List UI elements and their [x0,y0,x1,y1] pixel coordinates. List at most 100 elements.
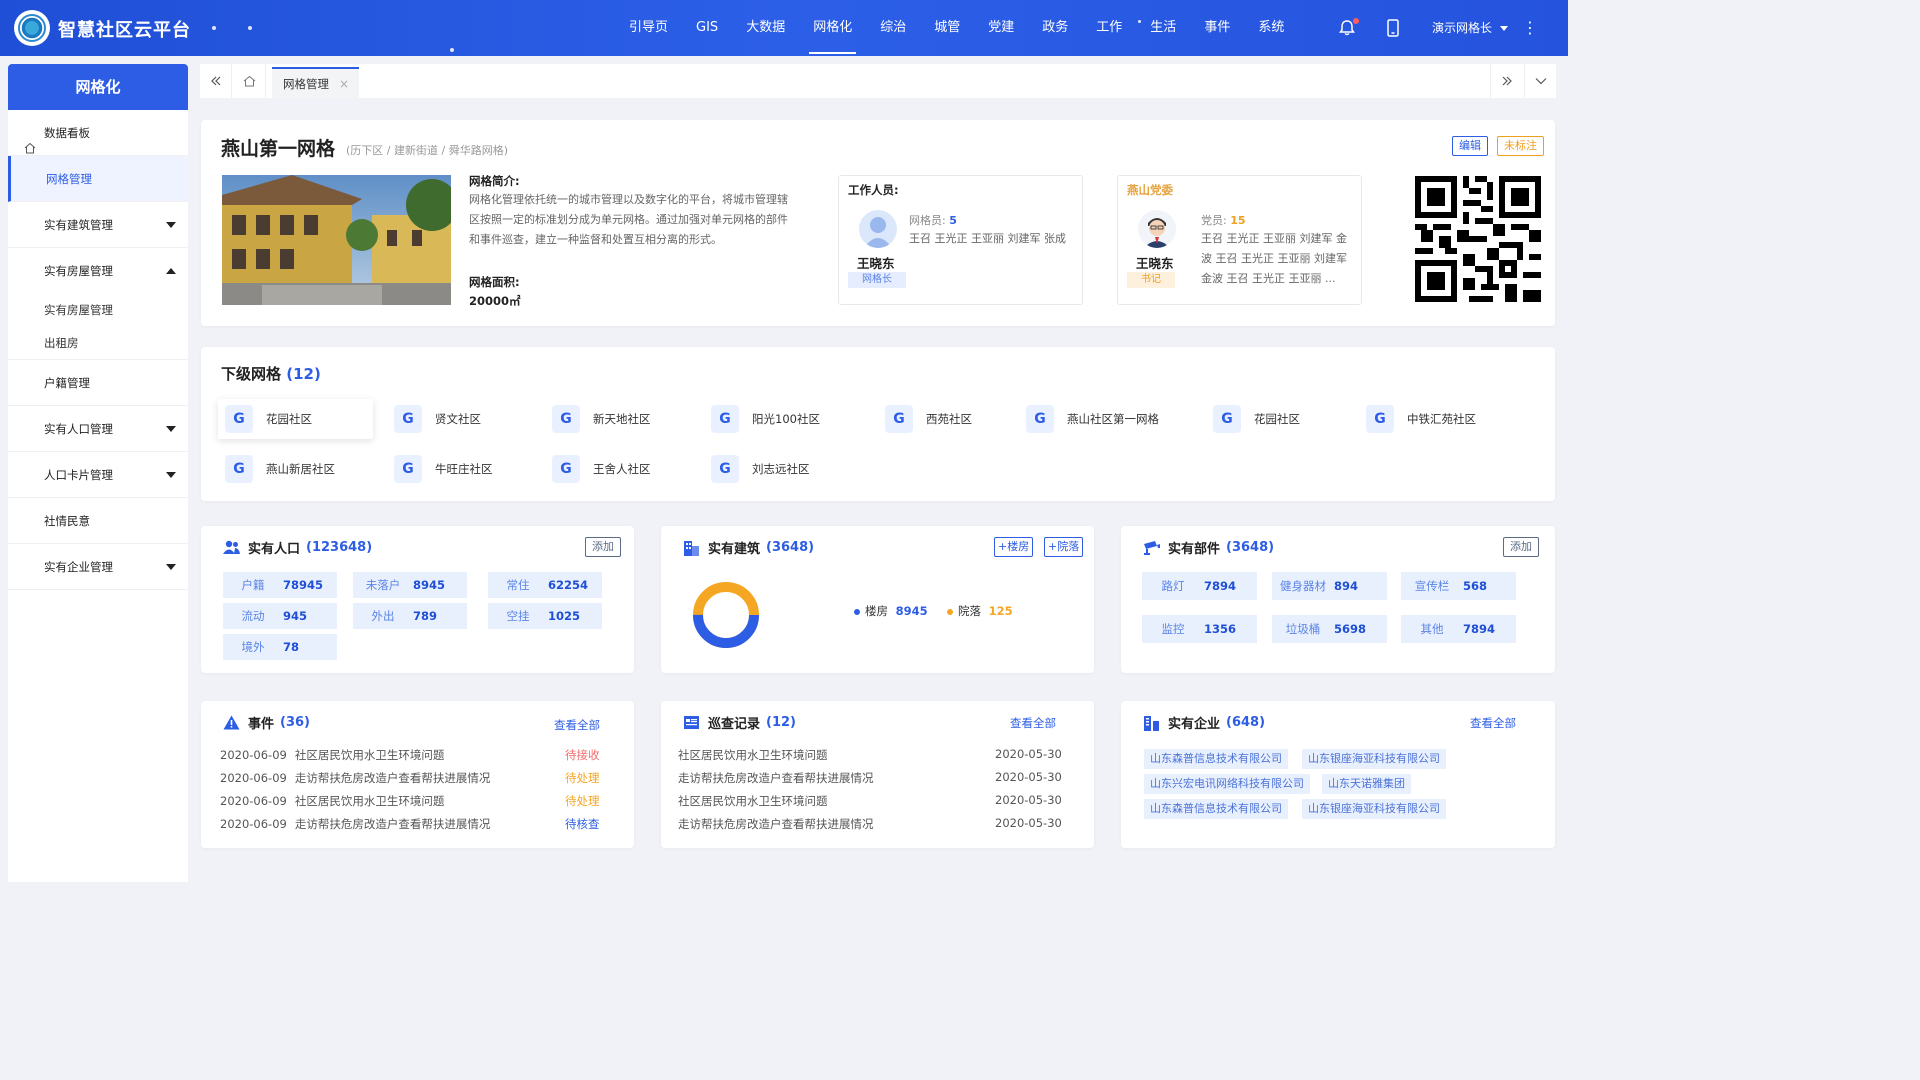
patrol-row[interactable]: 社区居民饮用水卫生环境问题 [678,793,828,809]
components-count: (3648) [1226,540,1275,555]
patrol-row[interactable]: 走访帮扶危房改造户查看帮扶进展情况 [678,816,874,832]
stat-label: 户籍 [241,578,265,592]
subgrid-item[interactable]: G 燕山社区第一网格 [1019,399,1159,439]
enterprise-tag[interactable]: 山东森普信息技术有限公司 [1144,799,1288,819]
collapse-left-icon[interactable] [200,64,232,98]
population-stat-pill[interactable]: 未落户 8945 [353,572,467,598]
components-add-button[interactable]: 添加 [1503,537,1539,557]
component-stat-pill[interactable]: 宣传栏 568 [1401,572,1516,600]
nav-comprehensive[interactable]: 综治 [866,0,920,56]
population-stat-pill[interactable]: 流动 945 [223,603,337,629]
enterprise-tag[interactable]: 山东银座海亚科技有限公司 [1302,749,1446,769]
component-stat-pill[interactable]: 其他 7894 [1401,615,1516,643]
nav-event[interactable]: 事件 [1190,0,1244,56]
patrol-row[interactable]: 社区居民饮用水卫生环境问题 [678,747,828,763]
nav-bigdata[interactable]: 大数据 [732,0,799,56]
enterprises-view-all-link[interactable]: 查看全部 [1470,715,1516,731]
user-menu[interactable]: 演示网格长 [1432,0,1508,56]
close-icon[interactable]: × [339,69,349,100]
caret-down-icon [166,472,176,478]
patrol-date: 2020-05-30 [995,816,1062,830]
sidebar-item-buildings[interactable]: 实有建筑管理 [8,202,188,248]
mobile-icon[interactable] [1385,19,1401,37]
sidebar-item-public-opinion[interactable]: 社情民意 [8,498,188,544]
sidebar-subitem-houses[interactable]: 实有房屋管理 [8,294,188,327]
population-stat-pill[interactable]: 境外 78 [223,634,337,660]
subgrid-item[interactable]: G 中铁汇苑社区 [1359,399,1476,439]
sidebar-item-population[interactable]: 实有人口管理 [8,406,188,452]
population-stat-pill[interactable]: 常住 62254 [488,572,602,598]
event-row[interactable]: 2020-06-09 社区居民饮用水卫生环境问题 [220,747,520,763]
components-card: 实有部件 (3648) 添加 路灯 7894 健身器材 894 宣传栏 568 监控 1356… [1121,526,1555,673]
stat-label: 外出 [371,609,395,623]
home-icon[interactable] [234,64,266,98]
staff-name: 王晓东 [857,256,895,271]
sidebar-subitem-rental[interactable]: 出租房 [8,327,188,360]
legend-building: 楼房 8945 [854,603,928,619]
nav-gov[interactable]: 政务 [1028,0,1082,56]
subgrid-item[interactable]: G 贤文社区 [387,399,481,439]
subgrid-label: 花园社区 [1254,412,1300,426]
enterprise-tag[interactable]: 山东天诺雅集团 [1322,774,1411,794]
event-row[interactable]: 2020-06-09 社区居民饮用水卫生环境问题 [220,793,520,809]
population-stat-pill[interactable]: 空挂 1025 [488,603,602,629]
enterprise-tag[interactable]: 山东银座海亚科技有限公司 [1302,799,1446,819]
bell-icon[interactable] [1338,18,1359,38]
patrol-view-all-link[interactable]: 查看全部 [1010,715,1056,731]
party-count: 党员: 15 [1201,212,1246,228]
nav-city[interactable]: 城管 [920,0,974,56]
edit-button[interactable]: 编辑 [1452,136,1488,156]
nav-guide[interactable]: 引导页 [615,0,682,56]
subgrid-item[interactable]: G 牛旺庄社区 [387,449,493,489]
component-stat-pill[interactable]: 路灯 7894 [1142,572,1257,600]
nav-life[interactable]: 生活 [1136,0,1190,56]
sidebar-item-dashboard[interactable]: 数据看板 [8,110,188,156]
more-vertical-icon[interactable]: ⋮ [1522,18,1538,38]
chevron-down-icon[interactable] [1524,64,1556,98]
population-add-button[interactable]: 添加 [585,537,621,557]
sidebar-item-household[interactable]: 户籍管理 [8,360,188,406]
nav-grid[interactable]: 网格化 [799,0,866,56]
scroll-right-icon[interactable] [1490,64,1522,98]
intro-line: 区按照一定的标准划分成为单元网格。通过加强对单元网格的部件 [469,213,788,226]
enterprise-tag[interactable]: 山东森普信息技术有限公司 [1144,749,1288,769]
subgrid-label: 牛旺庄社区 [435,462,493,476]
intro-line: 和事件巡查，建立一种监督和处置互相分离的形式。 [469,233,722,246]
component-stat-pill[interactable]: 健身器材 894 [1272,572,1387,600]
subgrid-item[interactable]: G 阳光100社区 [704,399,820,439]
sidebar-item-population-card[interactable]: 人口卡片管理 [8,452,188,498]
nav-work[interactable]: 工作 [1082,0,1136,56]
subgrid-item[interactable]: G 花园社区 [1206,399,1300,439]
subgrid-item[interactable]: G 燕山新居社区 [218,449,335,489]
camera-icon [1143,540,1160,555]
event-date: 2020-06-09 [220,748,287,762]
component-stat-pill[interactable]: 监控 1356 [1142,615,1257,643]
sidebar-item-grid-management[interactable]: 网格管理 [8,156,188,202]
sidebar-item-houses[interactable]: 实有房屋管理 [8,248,188,294]
subgrid-item[interactable]: G 刘志远社区 [704,449,810,489]
enterprise-tag[interactable]: 山东兴宏电讯网络科技有限公司 [1144,774,1310,794]
population-stat-pill[interactable]: 户籍 78945 [223,572,337,598]
unmarked-button[interactable]: 未标注 [1497,136,1544,156]
add-yard-button[interactable]: +院落 [1044,537,1084,557]
home-icon [24,127,36,154]
app-logo[interactable] [14,10,50,46]
subgrid-item[interactable]: G 花园社区 [218,399,373,439]
event-row[interactable]: 2020-06-09 走访帮扶危房改造户查看帮扶进展情况 [220,816,520,832]
party-box: 燕山党委 王晓东 书记 党员: 15 王召 王光正 王亚丽 刘建军 金 波 王召… [1117,175,1362,305]
events-view-all-link[interactable]: 查看全部 [554,717,600,733]
sidebar-item-enterprise[interactable]: 实有企业管理 [8,544,188,590]
nav-gis[interactable]: GIS [682,0,732,56]
population-heading: 实有人口 (123648) [223,538,372,557]
event-row[interactable]: 2020-06-09 走访帮扶危房改造户查看帮扶进展情况 [220,770,520,786]
patrol-row[interactable]: 走访帮扶危房改造户查看帮扶进展情况 [678,770,874,786]
subgrid-item[interactable]: G 新天地社区 [545,399,651,439]
tab-grid-management[interactable]: 网格管理 × [272,67,359,98]
nav-party[interactable]: 党建 [974,0,1028,56]
add-building-button[interactable]: +楼房 [994,537,1034,557]
subgrid-item[interactable]: G 王舍人社区 [545,449,651,489]
nav-system[interactable]: 系统 [1244,0,1298,56]
population-stat-pill[interactable]: 外出 789 [353,603,467,629]
subgrid-item[interactable]: G 西苑社区 [878,399,972,439]
component-stat-pill[interactable]: 垃圾桶 5698 [1272,615,1387,643]
